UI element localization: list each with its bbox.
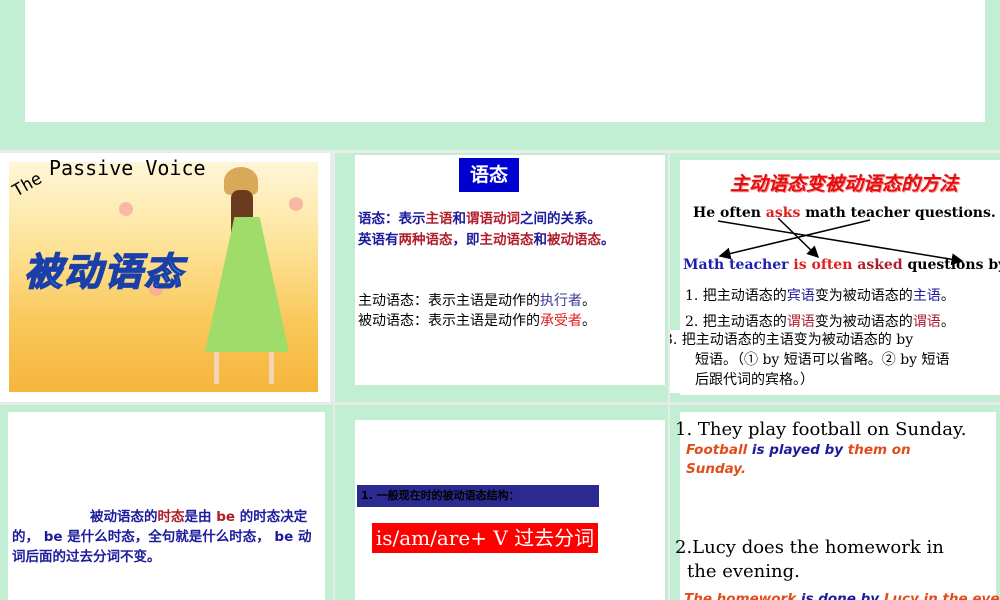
rule-2: 2. 把主动语态的谓语变为被动语态的谓语。 — [685, 311, 955, 331]
text: 主动语态：表示主语是动作的 — [358, 293, 540, 309]
title-chinese: 被动语态 — [23, 249, 185, 295]
text-run: Football — [686, 442, 752, 458]
question-1: 1. They play football on Sunday. — [675, 419, 967, 440]
slide-canvas: 语态 语态：表示主语和谓语动词之间的关系。 英语有两种语态，即主动语态和被动语态… — [355, 155, 665, 385]
text: 短语。（① by 短语可以省略。② by 短语 — [695, 352, 950, 368]
passive-voice-line: 被动语态：表示主语是动作的承受者。 — [358, 310, 596, 330]
text-run: 。 — [940, 314, 955, 330]
title-passive-voice: Passive Voice — [49, 156, 206, 180]
text: 承受者 — [540, 313, 582, 329]
slide-thumb-1[interactable]: The Passive Voice 被动语态 — [0, 153, 330, 402]
text-run: ，即 — [452, 232, 480, 248]
text: asked — [857, 257, 903, 273]
slide-thumb-4[interactable]: 被动语态的时态是由 be 的时态决定的， be 是什么时态，全句就是什么时态， … — [0, 405, 333, 600]
text-run: 谓语 — [786, 314, 815, 330]
rule-3: 3. 把主动语态的主语变为被动语态的 by 短语。（① by 短语可以省略。② … — [670, 330, 1000, 393]
text: 。 — [582, 293, 596, 309]
text-run: 。 — [601, 232, 615, 248]
text-run: 主语 — [912, 288, 941, 304]
text-run: 时态 — [157, 509, 185, 525]
text-run: 之间的关系。 — [520, 211, 601, 227]
text: 执行者 — [540, 293, 582, 309]
text-run: 1. 把主动语态的 — [685, 288, 787, 304]
slide-thumb-5[interactable]: 1. 一般现在时的被动语态结构： is/am/are+ V 过去分词 — [335, 405, 668, 600]
text-run: Lucy in the evening. — [883, 591, 1000, 600]
text-run: 变为被动语态的 — [814, 314, 913, 330]
text-run: 谓语动词 — [466, 211, 520, 227]
slide-thumb-6[interactable]: 1. They play football on Sunday. Footbal… — [670, 405, 1000, 600]
text: 被动语态：表示主语是动作的 — [358, 313, 540, 329]
tense-explanation: 被动语态的时态是由 be 的时态决定的， be 是什么时态，全句就是什么时态， … — [12, 507, 317, 567]
text-run: is played by — [751, 442, 848, 458]
text-run: 两种语态 — [398, 232, 453, 248]
rule-1: 1. 把主动语态的宾语变为被动语态的主语。 — [685, 285, 955, 305]
text-run: 语态：表示 — [358, 211, 426, 227]
text-run: 和 — [452, 211, 467, 227]
text-run: 被动语态 — [547, 232, 601, 248]
slide-canvas — [25, 0, 985, 122]
text: is often — [793, 257, 858, 273]
slide-thumb-3[interactable]: 主动语态变被动语态的方法 He often asks math teacher … — [670, 153, 1000, 402]
text-run: 宾语 — [786, 288, 815, 304]
text: 后跟代词的宾格。） — [695, 372, 814, 388]
text: Math teacher — [683, 257, 794, 273]
girl-legs — [214, 352, 274, 384]
slide-canvas: 1. 一般现在时的被动语态结构： is/am/are+ V 过去分词 — [355, 420, 665, 600]
text-run: 被动语态的 — [90, 509, 158, 525]
answer-2: The homework is done by Lucy in the even… — [684, 590, 1000, 600]
text: 。 — [582, 313, 596, 329]
text-run: 变为被动语态的 — [814, 288, 913, 304]
text-run: 谓语 — [912, 314, 941, 330]
text-run: 主动语态 — [479, 232, 534, 248]
text-run: 和 — [533, 232, 548, 248]
text-run: is done by — [800, 591, 884, 600]
slide-thumb-top[interactable] — [0, 0, 1000, 150]
structure-header: 1. 一般现在时的被动语态结构： — [357, 485, 599, 507]
structure-formula: is/am/are+ V 过去分词 — [372, 523, 598, 553]
text-run: 主语 — [425, 211, 453, 227]
transformation-arrows — [717, 217, 964, 266]
text: questions by him — [907, 257, 1000, 273]
text-run: The homework — [684, 591, 801, 600]
definition-line-2: 英语有两种语态，即主动语态和被动语态。 — [358, 228, 615, 248]
definition-line-1: 语态：表示主语和谓语动词之间的关系。 — [358, 207, 601, 227]
question-2: 2.Lucy does the homework in the evening. — [675, 537, 944, 582]
girl-dress — [205, 217, 289, 352]
answer-1: Football is played by them on Sunday. — [686, 441, 956, 479]
voice-badge: 语态 — [459, 158, 519, 192]
active-voice-line: 主动语态：表示主语是动作的执行者。 — [358, 290, 596, 310]
flower-decoration — [119, 202, 133, 216]
text-run: 。 — [940, 288, 955, 304]
text-run: 2. 把主动语态的 — [685, 314, 787, 330]
passive-sentence: Math teacher is often asked questions by… — [683, 257, 1000, 273]
text-run: 是由 — [184, 509, 217, 525]
text-run: be — [216, 509, 236, 525]
flower-decoration — [289, 197, 303, 211]
slide-thumb-2[interactable]: 语态 语态：表示主语和谓语动词之间的关系。 英语有两种语态，即主动语态和被动语态… — [335, 153, 668, 402]
text: 3. 把主动语态的主语变为被动语态的 by — [670, 332, 914, 348]
slide-canvas: 被动语态的时态是由 be 的时态决定的， be 是什么时态，全句就是什么时态， … — [8, 412, 325, 600]
text-run: 英语有 — [358, 232, 399, 248]
